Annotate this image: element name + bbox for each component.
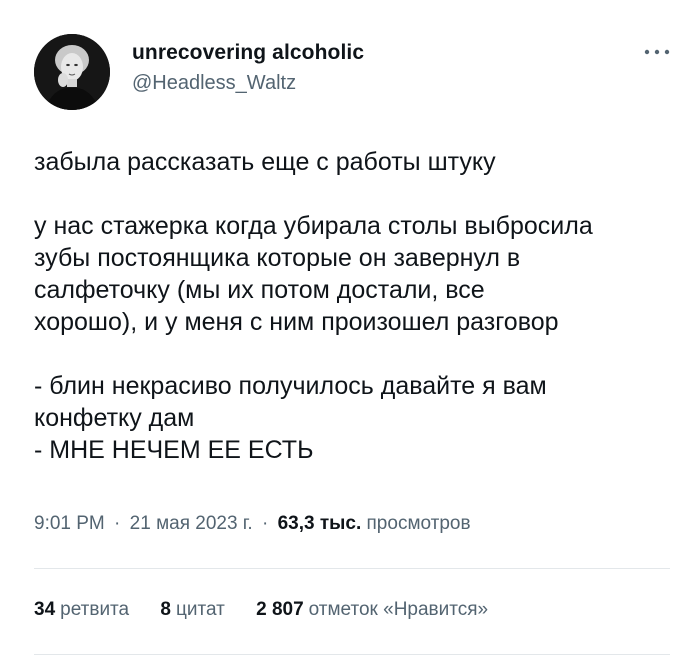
tweet-paragraph: - блин некрасиво получилось давайте я ва… <box>34 372 547 464</box>
divider <box>34 654 670 655</box>
tweet-paragraph: забыла рассказать еще с работы штуку <box>34 148 496 176</box>
tweet-header: unrecovering alcoholic @Headless_Waltz <box>34 34 674 114</box>
tweet-time[interactable]: 9:01 PM <box>34 513 105 534</box>
likes-count: 2 807 <box>256 599 304 620</box>
tweet-date[interactable]: 21 мая 2023 г. <box>130 513 253 534</box>
likes-stat[interactable]: 2 807 отметок «Нравится» <box>256 596 488 624</box>
tweet-paragraph: у нас стажерка когда убирала столы выбро… <box>34 212 593 336</box>
author-display-name[interactable]: unrecovering alcoholic <box>132 40 364 66</box>
more-horizontal-icon <box>644 49 670 55</box>
quotes-stat[interactable]: 8 цитат <box>160 596 224 624</box>
avatar[interactable] <box>34 34 110 110</box>
views-label: просмотров <box>366 513 471 534</box>
tweet-stats: 34 ретвита 8 цитат 2 807 отметок «Нравится» <box>34 596 514 624</box>
author-handle[interactable]: @Headless_Waltz <box>132 70 364 96</box>
tweet-text: забыла рассказать еще с работы штуку у н… <box>34 146 674 466</box>
quotes-count: 8 <box>160 599 171 620</box>
retweets-label: ретвита <box>60 599 130 620</box>
divider <box>34 568 670 569</box>
views-count: 63,3 тыс. <box>277 513 362 534</box>
meta-separator: · <box>114 513 121 534</box>
avatar-image <box>34 34 110 110</box>
more-options-button[interactable] <box>640 42 674 62</box>
tweet: unrecovering alcoholic @Headless_Waltz з… <box>0 0 700 670</box>
meta-separator: · <box>261 513 269 534</box>
retweets-count: 34 <box>34 599 56 620</box>
retweets-stat[interactable]: 34 ретвита <box>34 596 129 624</box>
author-info: unrecovering alcoholic @Headless_Waltz <box>132 40 364 96</box>
likes-label: отметок «Нравится» <box>308 599 489 620</box>
quotes-label: цитат <box>175 599 225 620</box>
tweet-meta: 9:01 PM · 21 мая 2023 г. · 63,3 тыс. про… <box>34 510 471 538</box>
